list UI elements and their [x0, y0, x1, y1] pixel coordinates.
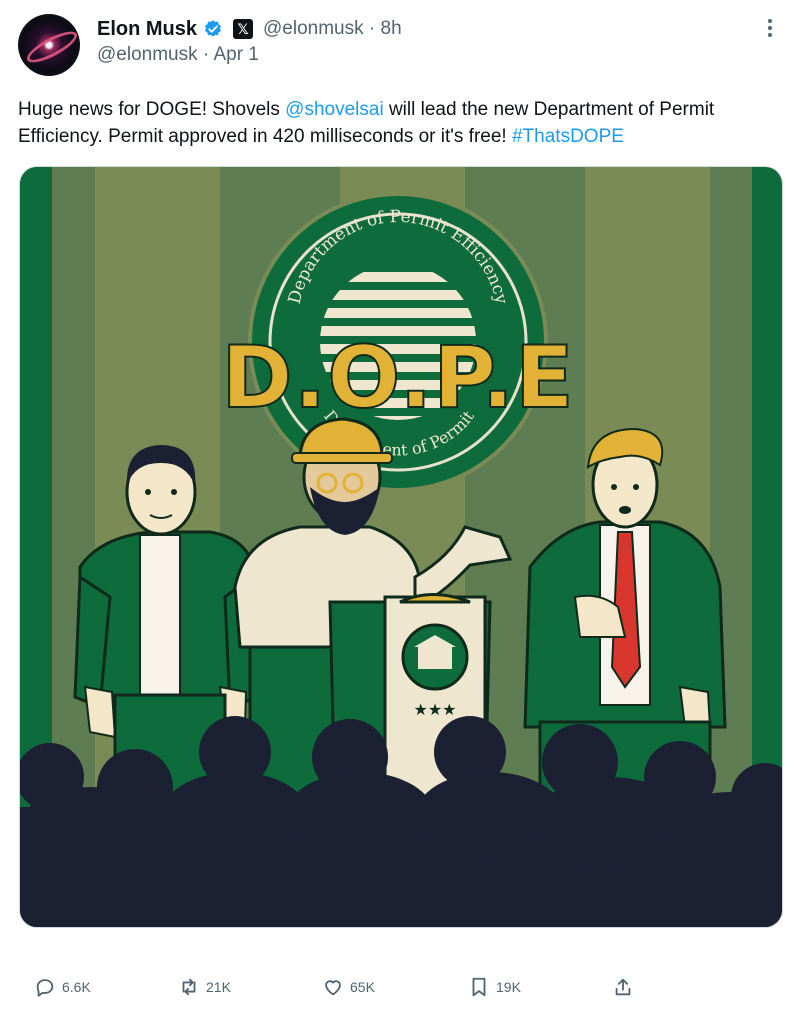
repost-icon [182, 978, 196, 996]
mention-link[interactable]: @shovelsai [285, 99, 384, 120]
share-icon [615, 978, 631, 996]
tweet-text-part: Huge news for DOGE! Shovels [18, 99, 286, 120]
bookmark-button[interactable]: 19K [468, 970, 521, 1004]
tweet-text: Huge news for DOGE! Shovels @shovelsai w… [18, 96, 788, 150]
author-handle[interactable]: @elonmusk [97, 44, 198, 65]
verified-badge-icon [205, 20, 222, 37]
dope-logo: D.O.P.E [221, 328, 575, 428]
avatar[interactable] [18, 14, 80, 76]
like-count: 65K [350, 979, 375, 995]
tweet: Elon Musk 𝕏 @elonmusk · 8h @elonmusk · A… [0, 0, 800, 1014]
bookmark-icon [472, 977, 486, 997]
time-ago: 8h [380, 18, 402, 39]
svg-text:★★★: ★★★ [413, 700, 456, 719]
repost-handle[interactable]: @elonmusk · 8h [263, 18, 402, 40]
like-icon [325, 980, 341, 996]
tweet-date[interactable]: Apr 1 [213, 44, 258, 65]
repost-button[interactable]: 21K [178, 970, 231, 1004]
like-button[interactable]: 65K [322, 970, 375, 1004]
bookmark-count: 19K [496, 979, 521, 995]
author-sub: @elonmusk · Apr 1 [97, 44, 259, 65]
dope-illustration: Department of Permit Efficiency Departme… [20, 167, 782, 927]
tweet-image[interactable]: Department of Permit Efficiency Departme… [19, 166, 783, 928]
more-icon[interactable] [760, 16, 780, 40]
repost-count: 21K [206, 979, 231, 995]
hashtag-link[interactable]: #ThatsDOPE [512, 126, 624, 147]
author-name[interactable]: Elon Musk [97, 18, 197, 41]
share-button[interactable] [612, 970, 634, 1004]
action-bar: 6.6K 21K 65K 19K [0, 970, 800, 1004]
reply-icon [36, 979, 54, 997]
tweet-header: Elon Musk 𝕏 @elonmusk · 8h [97, 16, 402, 42]
reply-count: 6.6K [62, 979, 91, 995]
x-logo-icon: 𝕏 [233, 19, 254, 39]
reply-button[interactable]: 6.6K [34, 970, 91, 1004]
